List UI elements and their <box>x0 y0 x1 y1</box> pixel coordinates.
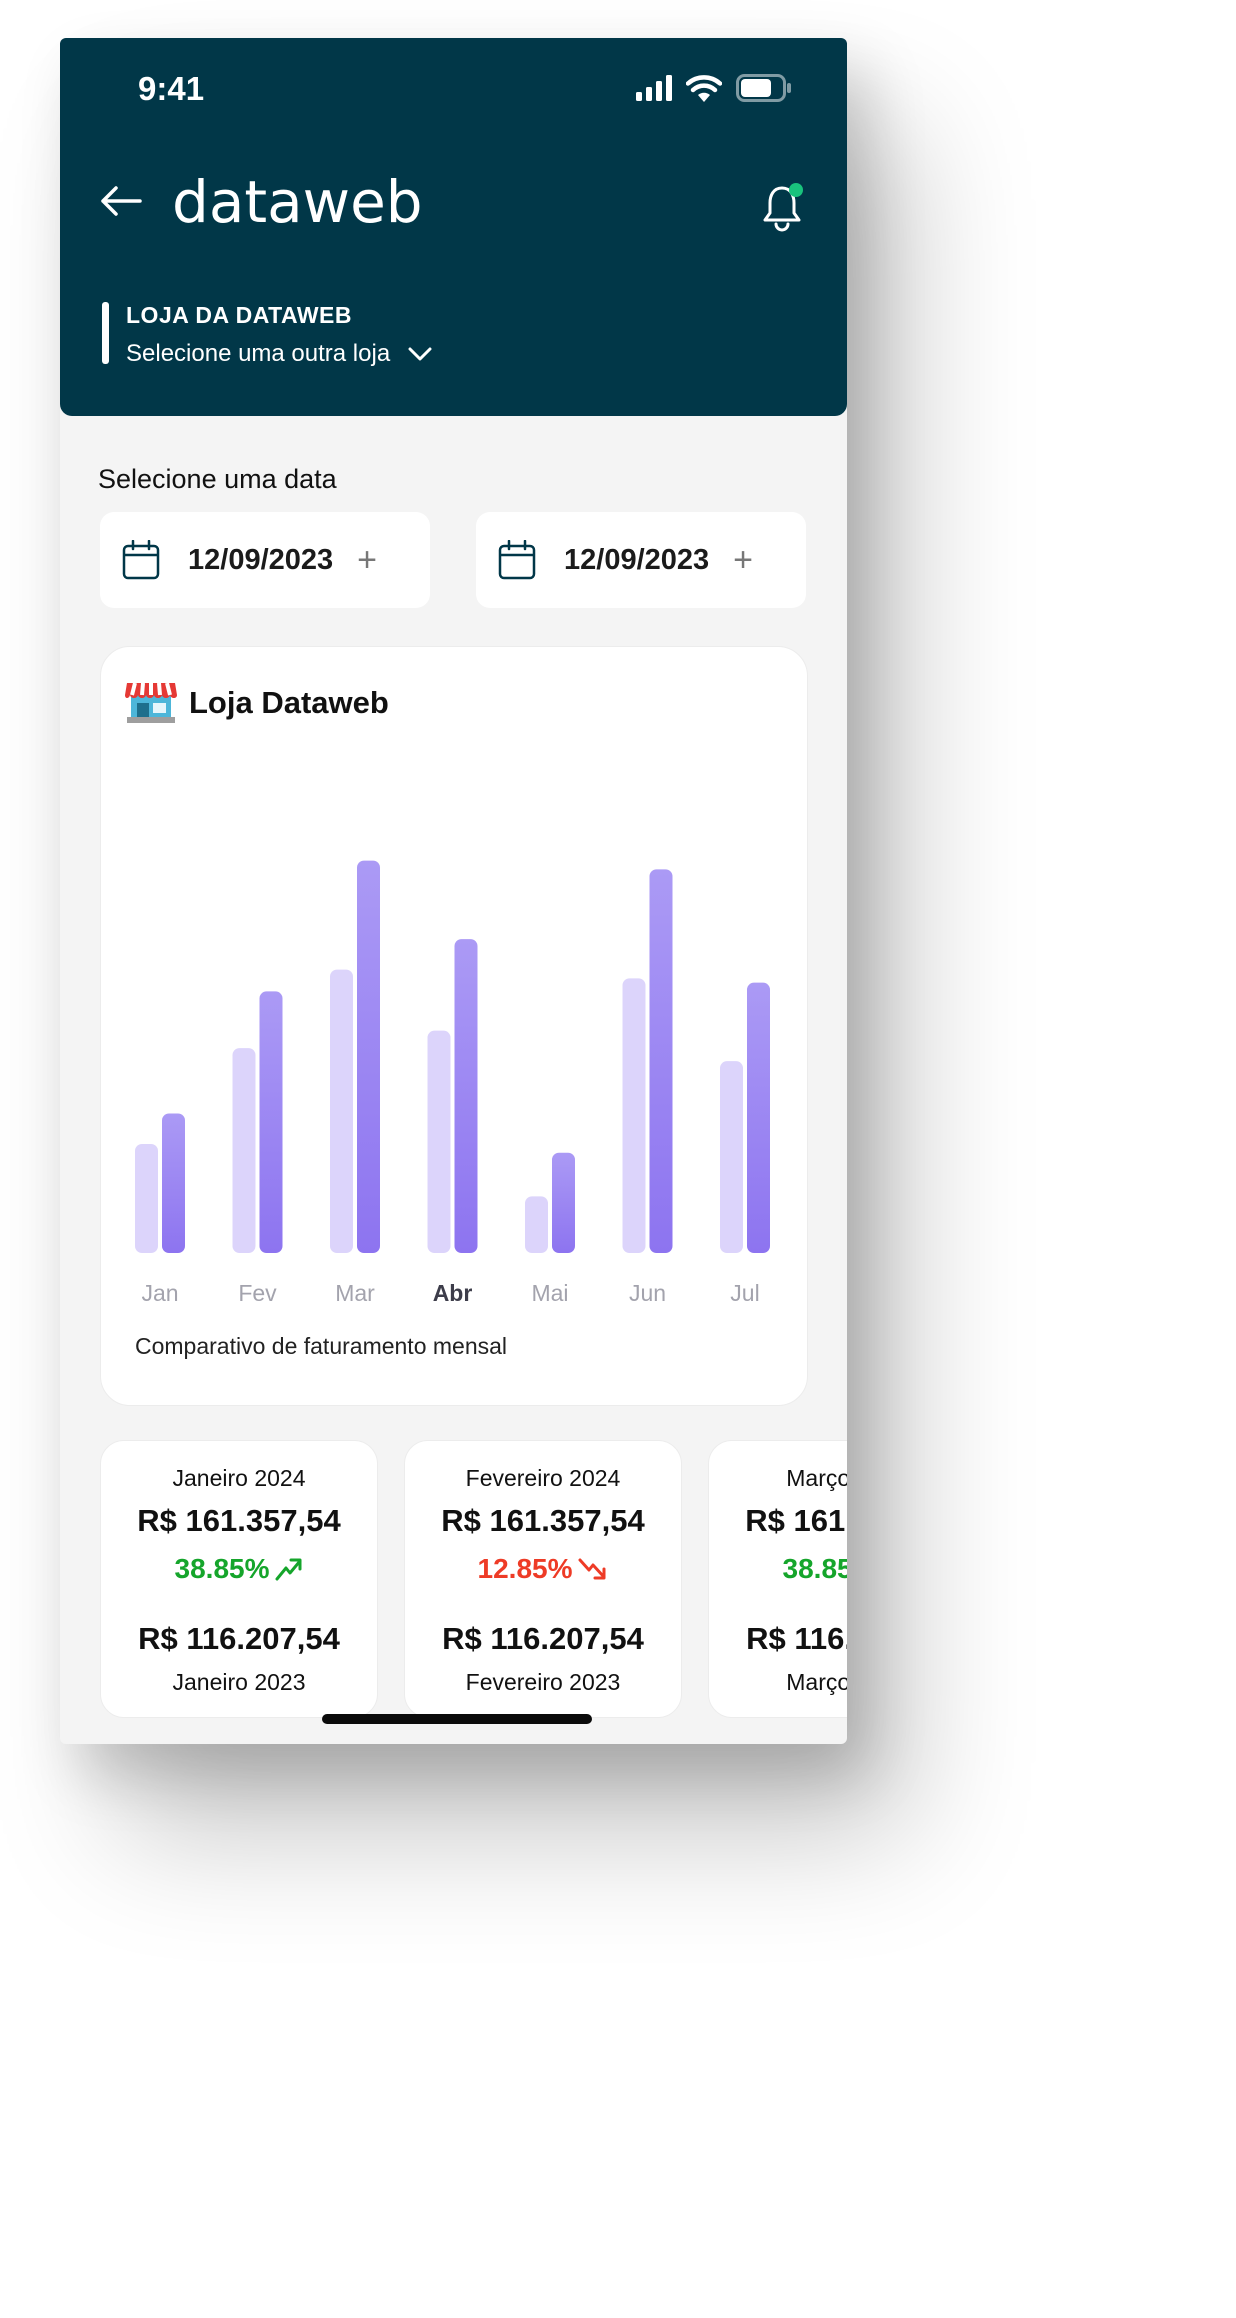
chart-card: Loja Dataweb Jan Fev Mar Abr Mai Jun Jul Compa… <box>100 646 808 1406</box>
status-time: 9:41 <box>138 70 205 107</box>
previous-year-bar-jun[interactable] <box>622 978 646 1253</box>
growth-percent: 38.85% <box>101 1553 377 1585</box>
month-label: Fevereiro 2024 <box>465 1465 621 1491</box>
monthly-revenue-bar-chart: Jan Fev Mar Abr Mai Jun Jul <box>135 860 770 1306</box>
current-year-bar-abr[interactable] <box>454 939 478 1253</box>
store-indicator-bar <box>102 302 109 364</box>
x-tick-label[interactable]: Abr <box>433 1280 473 1306</box>
trend-down-icon <box>578 1558 606 1580</box>
growth-percent-value: 38.85% <box>782 1553 847 1584</box>
month-card[interactable]: Março 2024 R$ 161.357,54 38.85% R$ 116.2… <box>708 1440 847 1718</box>
previous-value: R$ 116.207,54 <box>138 1621 340 1656</box>
current-year-bar-jun[interactable] <box>649 869 673 1253</box>
growth-percent-value: 12.85% <box>477 1553 573 1584</box>
notification-bell-icon[interactable] <box>761 182 807 232</box>
signal-icon <box>636 75 672 101</box>
plus-icon[interactable]: + <box>357 541 377 580</box>
previous-year-bar-mai[interactable] <box>525 1196 548 1253</box>
month-value: R$ 161.357,54 <box>745 1503 847 1538</box>
plus-icon[interactable]: + <box>733 541 753 580</box>
app-header: 9:41 dataweb LOJA DA DATAWEB Selecione u… <box>60 38 847 416</box>
notification-dot <box>789 183 803 197</box>
calendar-icon <box>498 540 536 580</box>
date-section-label: Selecione uma data <box>98 464 337 494</box>
growth-percent-value: 38.85% <box>174 1553 270 1584</box>
dataweb-logo: dataweb <box>172 168 423 236</box>
store-name: LOJA DA DATAWEB <box>126 302 352 328</box>
current-year-bar-jan[interactable] <box>162 1113 185 1253</box>
trend-up-icon <box>275 1558 302 1581</box>
phone-screen: 9:41 dataweb LOJA DA DATAWEB Selecione u… <box>60 38 847 1744</box>
end-date-picker[interactable]: 12/09/2023 + <box>476 512 806 608</box>
status-icons <box>636 74 792 102</box>
month-card[interactable]: Fevereiro 2024 R$ 161.357,54 12.85% R$ 1… <box>404 1440 682 1718</box>
x-tick-label[interactable]: Jan <box>141 1280 178 1306</box>
store-select-label: Selecione uma outra loja <box>126 340 391 367</box>
calendar-icon <box>122 540 160 580</box>
start-date-picker[interactable]: 12/09/2023 + <box>100 512 430 608</box>
chevron-down-icon <box>408 347 432 361</box>
month-value: R$ 161.357,54 <box>137 1503 341 1538</box>
previous-value: R$ 116.207,54 <box>442 1621 644 1656</box>
back-arrow-icon[interactable] <box>100 186 142 216</box>
store-select-dropdown[interactable]: Selecione uma outra loja <box>126 340 432 368</box>
month-value: R$ 161.357,54 <box>441 1503 645 1538</box>
current-year-bar-mar[interactable] <box>357 860 380 1253</box>
chart-caption: Comparativo de faturamento mensal <box>135 1333 508 1359</box>
current-year-bar-fev[interactable] <box>259 991 283 1253</box>
wifi-icon <box>686 74 722 102</box>
home-indicator <box>322 1714 592 1724</box>
previous-year-bar-fev[interactable] <box>232 1048 256 1253</box>
x-tick-label[interactable]: Fev <box>238 1280 277 1306</box>
current-year-bar-mai[interactable] <box>552 1152 575 1253</box>
previous-month-label: Fevereiro 2023 <box>465 1669 621 1695</box>
end-date-value: 12/09/2023 <box>564 543 710 576</box>
previous-year-bar-abr[interactable] <box>427 1030 451 1253</box>
x-tick-label[interactable]: Mai <box>531 1280 568 1306</box>
x-tick-label[interactable]: Jul <box>730 1280 759 1306</box>
previous-month-label: Janeiro 2023 <box>172 1669 306 1695</box>
x-tick-label[interactable]: Mar <box>335 1280 375 1306</box>
growth-percent: 38.85% <box>709 1553 847 1585</box>
previous-year-bar-jan[interactable] <box>135 1144 158 1253</box>
battery-icon <box>736 74 791 102</box>
start-date-value: 12/09/2023 <box>188 543 334 576</box>
previous-year-bar-mar[interactable] <box>330 969 353 1253</box>
growth-percent: 12.85% <box>405 1553 681 1585</box>
x-tick-label[interactable]: Jun <box>629 1280 666 1306</box>
month-label: Março 2024 <box>786 1465 847 1491</box>
current-year-bar-jul[interactable] <box>747 982 770 1253</box>
month-card[interactable]: Janeiro 2024 R$ 161.357,54 38.85% R$ 116… <box>100 1440 378 1718</box>
previous-year-bar-jul[interactable] <box>720 1061 743 1253</box>
previous-value: R$ 116.207,54 <box>746 1621 847 1656</box>
previous-month-label: Março 2023 <box>786 1669 847 1695</box>
month-label: Janeiro 2024 <box>172 1465 306 1491</box>
